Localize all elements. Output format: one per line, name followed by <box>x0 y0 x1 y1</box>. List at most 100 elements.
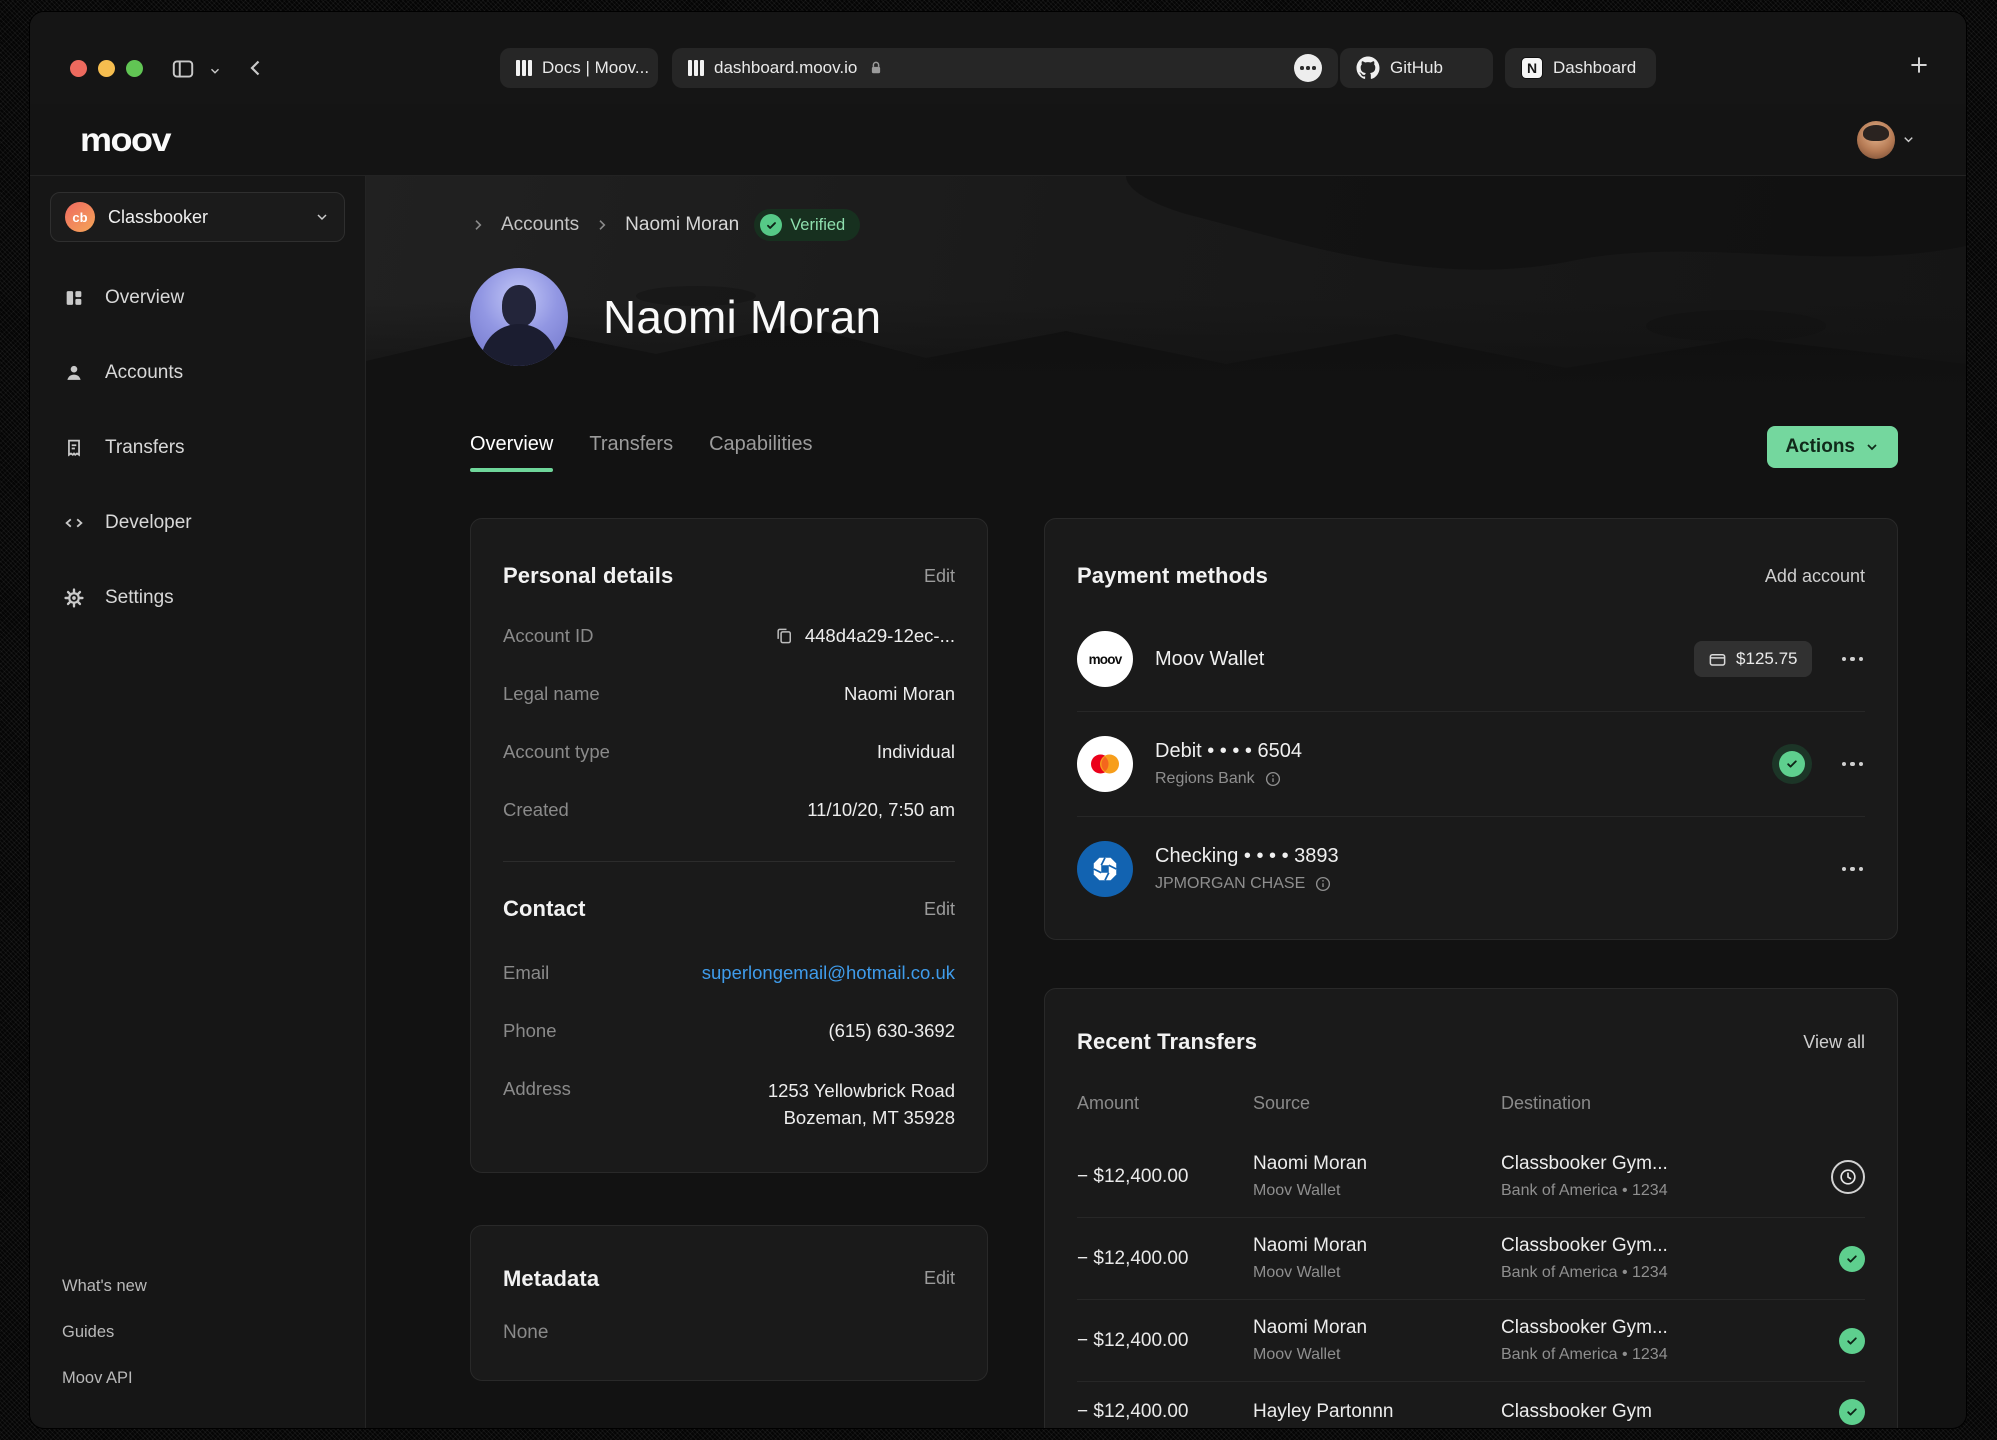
tab-overview[interactable]: Overview <box>470 433 553 472</box>
user-menu[interactable] <box>1857 121 1916 159</box>
close-window-button[interactable] <box>70 60 87 77</box>
minimize-window-button[interactable] <box>98 60 115 77</box>
github-icon <box>1356 56 1380 80</box>
tab-capabilities[interactable]: Capabilities <box>709 433 812 472</box>
browser-tab-docs[interactable]: Docs | Moov... <box>500 48 658 88</box>
page-options-icon[interactable] <box>1294 54 1322 82</box>
address-url: dashboard.moov.io <box>714 58 857 78</box>
breadcrumb-current: Naomi Moran <box>625 214 739 236</box>
completed-status-icon <box>1839 1246 1865 1272</box>
info-icon[interactable] <box>1314 875 1332 893</box>
copy-icon[interactable] <box>774 626 794 646</box>
add-account-button[interactable]: Add account <box>1765 566 1865 587</box>
address-line2: Bozeman, MT 35928 <box>768 1105 955 1132</box>
account-id-value: 448d4a29-12ec-... <box>805 625 955 647</box>
back-button[interactable] <box>244 56 268 80</box>
email-link[interactable]: superlongemail@hotmail.co.uk <box>702 962 955 984</box>
main-content: Accounts Naomi Moran Verified Naomi Mora… <box>366 176 1966 1428</box>
completed-status-icon <box>1839 1399 1865 1425</box>
edit-personal-details-button[interactable]: Edit <box>924 566 955 587</box>
org-avatar: cb <box>65 202 95 232</box>
sidebar-item-label: Developer <box>105 512 192 534</box>
whats-new-link[interactable]: What's new <box>62 1277 147 1296</box>
sidebar-toggle-icon[interactable] <box>170 56 196 82</box>
transfer-row[interactable]: − $12,400.00 Naomi Moran Moov Wallet Cla… <box>1077 1217 1865 1299</box>
edit-contact-button[interactable]: Edit <box>924 899 955 920</box>
zoom-window-button[interactable] <box>126 60 143 77</box>
chevron-right-icon <box>594 217 610 233</box>
wallet-balance-badge: $125.75 <box>1694 641 1811 677</box>
browser-tab-dashboard[interactable]: N Dashboard <box>1505 48 1656 88</box>
payment-method-bank: JPMORGAN CHASE <box>1155 875 1305 893</box>
browser-tab-github-label: GitHub <box>1390 58 1443 78</box>
overview-icon <box>62 287 86 309</box>
breadcrumb-accounts[interactable]: Accounts <box>501 214 579 236</box>
info-icon[interactable] <box>1264 770 1282 788</box>
notion-icon: N <box>1521 57 1543 79</box>
sidebar-item-label: Accounts <box>105 362 183 384</box>
transfer-source: Naomi Moran <box>1253 1235 1501 1257</box>
transfer-amount: − $12,400.00 <box>1077 1248 1253 1270</box>
completed-status-icon <box>1839 1328 1865 1354</box>
guides-link[interactable]: Guides <box>62 1323 147 1342</box>
pending-status-icon <box>1831 1160 1865 1194</box>
moov-wallet-icon: moov <box>1077 631 1133 687</box>
address-line1: 1253 Yellowbrick Road <box>768 1078 955 1105</box>
moov-favicon-icon <box>516 60 532 76</box>
verified-status-icon <box>1772 744 1812 784</box>
transfer-destination-sub: Bank of America • 1234 <box>1501 1346 1821 1364</box>
tab-transfers[interactable]: Transfers <box>589 433 673 472</box>
browser-tab-github[interactable]: GitHub <box>1340 48 1493 88</box>
row-menu-icon[interactable] <box>1840 651 1866 668</box>
transfer-source-sub: Moov Wallet <box>1253 1264 1501 1282</box>
transfer-row[interactable]: − $12,400.00 Hayley Partonnn Classbooker… <box>1077 1381 1865 1428</box>
divider <box>503 861 955 862</box>
payment-method-row: Checking • • • • 3893 JPMORGAN CHASE <box>1077 816 1865 921</box>
transfer-amount: − $12,400.00 <box>1077 1330 1253 1352</box>
profile-header: Naomi Moran <box>470 268 881 366</box>
transfers-table-header: Amount Source Destination <box>1077 1093 1865 1136</box>
recent-transfers-card: Recent Transfers View all Amount Source … <box>1044 988 1898 1428</box>
metadata-card: Metadata Edit None <box>470 1225 988 1381</box>
view-all-button[interactable]: View all <box>1803 1032 1865 1053</box>
payment-method-name: Moov Wallet <box>1155 648 1264 671</box>
sidebar-item-developer[interactable]: Developer <box>50 499 345 547</box>
sidebar-item-transfers[interactable]: Transfers <box>50 424 345 472</box>
row-menu-icon[interactable] <box>1840 861 1866 878</box>
sidebar-item-settings[interactable]: Settings <box>50 574 345 622</box>
org-selector[interactable]: cb Classbooker <box>50 192 345 242</box>
sidebar-item-accounts[interactable]: Accounts <box>50 349 345 397</box>
field-legal-name: Legal name Naomi Moran <box>503 683 955 705</box>
card-title: Personal details <box>503 563 673 589</box>
payment-method-name: Debit • • • • 6504 <box>1155 740 1302 762</box>
phone-value: (615) 630-3692 <box>828 1020 955 1042</box>
address-bar[interactable]: dashboard.moov.io <box>672 48 1338 88</box>
transfer-source-sub: Moov Wallet <box>1253 1346 1501 1364</box>
actions-button[interactable]: Actions <box>1767 426 1898 468</box>
browser-toolbar: Docs | Moov... dashboard.moov.io GitHub <box>30 12 1966 104</box>
transfer-source: Hayley Partonnn <box>1253 1401 1501 1423</box>
chevron-right-icon <box>470 217 486 233</box>
app-header: moov <box>30 104 1966 176</box>
transfer-row[interactable]: − $12,400.00 Naomi Moran Moov Wallet Cla… <box>1077 1299 1865 1381</box>
transfer-destination: Classbooker Gym <box>1501 1401 1821 1423</box>
personal-details-card: Personal details Edit Account ID <box>470 518 988 1173</box>
sidebar-chevron-down-icon[interactable] <box>208 64 222 78</box>
sidebar-item-label: Overview <box>105 287 184 309</box>
person-icon <box>62 362 86 384</box>
verified-check-icon <box>760 214 782 236</box>
gear-icon <box>62 587 86 609</box>
user-avatar <box>1857 121 1895 159</box>
moov-api-link[interactable]: Moov API <box>62 1369 147 1388</box>
field-phone: Phone (615) 630-3692 <box>503 1020 955 1042</box>
transfer-destination: Classbooker Gym... <box>1501 1235 1821 1257</box>
row-menu-icon[interactable] <box>1840 756 1866 773</box>
org-label: Classbooker <box>108 207 208 228</box>
transfer-destination: Classbooker Gym... <box>1501 1317 1821 1339</box>
new-tab-icon[interactable] <box>1906 52 1932 83</box>
legal-name-value: Naomi Moran <box>844 683 955 705</box>
edit-metadata-button[interactable]: Edit <box>924 1268 955 1289</box>
transfer-row[interactable]: − $12,400.00 Naomi Moran Moov Wallet Cla… <box>1077 1136 1865 1217</box>
transfer-amount: − $12,400.00 <box>1077 1401 1253 1423</box>
sidebar-item-overview[interactable]: Overview <box>50 274 345 322</box>
